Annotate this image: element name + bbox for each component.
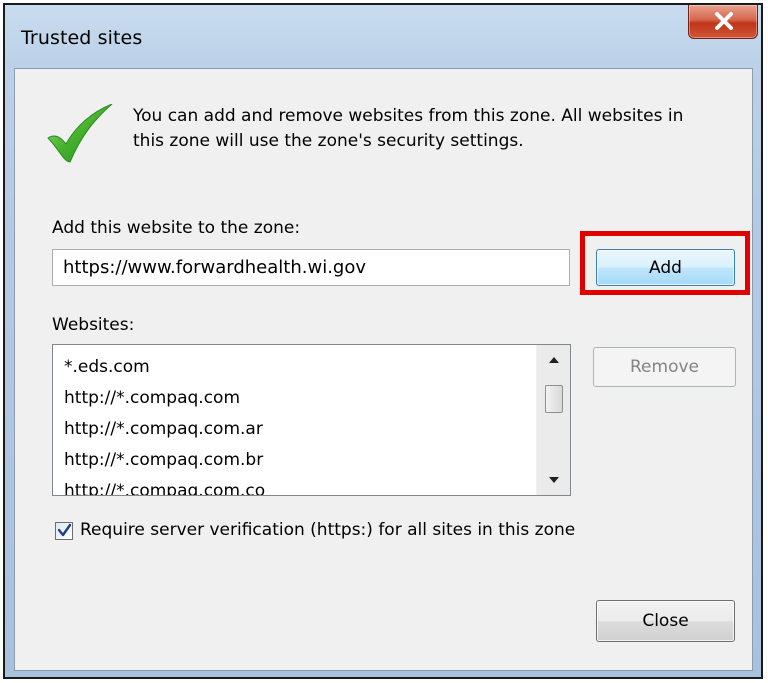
description-line-1: You can add and remove websites from thi… [133, 106, 684, 126]
scroll-up-arrow-icon [548, 357, 559, 363]
list-item[interactable]: *.eds.com [64, 352, 265, 383]
add-button-highlight [580, 231, 750, 295]
close-button[interactable]: Close [596, 600, 735, 642]
scroll-thumb[interactable] [545, 385, 563, 413]
websites-label: Websites: [52, 315, 135, 335]
add-website-label: Add this website to the zone: [52, 218, 301, 238]
website-url-input[interactable] [52, 249, 570, 286]
list-item[interactable]: http://*.compaq.com.ar [64, 414, 265, 445]
checkmark-icon [57, 523, 72, 537]
require-https-label[interactable]: Require server verification (https:) for… [80, 520, 575, 540]
websites-scrollbar[interactable] [536, 345, 570, 495]
websites-list[interactable]: *.eds.com http://*.compaq.com http://*.c… [52, 344, 571, 496]
window-close-button[interactable] [688, 5, 758, 39]
scroll-up-button[interactable] [537, 345, 570, 375]
green-checkmark-icon [47, 104, 113, 163]
window-title: Trusted sites [21, 27, 143, 49]
description-line-2: this zone will use the zone's security s… [133, 131, 524, 151]
require-https-checkbox[interactable] [55, 522, 73, 540]
list-item[interactable]: http://*.compaq.com.br [64, 445, 265, 476]
remove-button[interactable]: Remove [593, 347, 736, 387]
zone-description: You can add and remove websites from thi… [133, 104, 753, 154]
list-item[interactable]: http://*.compaq.com.co [64, 476, 265, 495]
scroll-down-arrow-icon [548, 477, 559, 483]
title-bar[interactable]: Trusted sites [5, 5, 761, 69]
list-item[interactable]: http://*.compaq.com [64, 383, 265, 414]
close-icon [715, 12, 733, 30]
scroll-down-button[interactable] [537, 465, 570, 495]
